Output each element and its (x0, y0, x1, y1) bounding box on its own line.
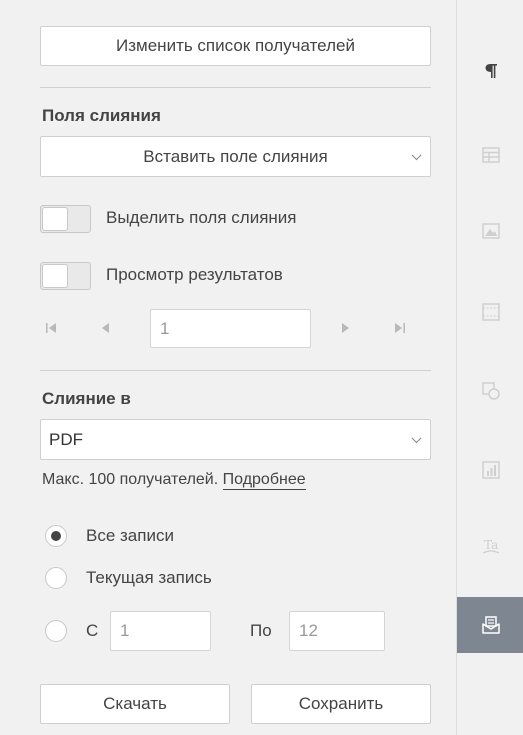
mail-merge-icon[interactable] (457, 597, 523, 653)
separator (40, 370, 431, 371)
shape-icon[interactable] (457, 372, 523, 410)
last-record-icon[interactable] (389, 318, 409, 338)
preview-results-toggle[interactable] (40, 262, 91, 290)
image-icon[interactable] (457, 212, 523, 250)
recipients-limit-text: Макс. 100 получателей. Подробнее (42, 471, 306, 490)
current-record-radio[interactable] (45, 567, 67, 589)
limit-text: Макс. 100 получателей. (42, 471, 219, 488)
record-number-field[interactable]: 1 (150, 309, 311, 348)
current-record-label: Текущая запись (86, 568, 212, 587)
download-button[interactable]: Скачать (40, 684, 230, 724)
more-info-link[interactable]: Подробнее (222, 471, 306, 490)
paragraph-icon[interactable] (457, 52, 523, 90)
all-records-radio[interactable] (45, 525, 67, 547)
textart-icon[interactable]: Ta (457, 527, 523, 565)
all-records-label: Все записи (86, 526, 174, 545)
range-from-label: С (86, 621, 99, 640)
previous-record-icon[interactable] (96, 318, 116, 338)
svg-text:Ta: Ta (484, 538, 498, 552)
separator (40, 87, 431, 88)
edit-recipients-button[interactable]: Изменить список получателей (40, 26, 431, 66)
merge-format-dropdown[interactable]: PDF (40, 419, 431, 460)
preview-results-label: Просмотр результатов (106, 265, 283, 284)
chart-icon[interactable] (457, 451, 523, 489)
mail-merge-panel: Изменить список получателей Поля слияния… (0, 0, 456, 735)
next-record-icon[interactable] (335, 318, 355, 338)
range-to-field[interactable]: 12 (289, 611, 385, 651)
first-record-icon[interactable] (42, 318, 62, 338)
highlight-fields-toggle[interactable] (40, 205, 91, 233)
chevron-down-icon (411, 432, 422, 443)
insert-merge-field-dropdown[interactable]: Вставить поле слияния (40, 136, 431, 177)
range-from-field[interactable]: 1 (110, 611, 211, 651)
right-toolbar: Ta (456, 0, 523, 735)
merge-fields-heading: Поля слияния (42, 106, 161, 125)
merge-to-heading: Слияние в (42, 389, 131, 408)
toggle-knob (42, 207, 68, 231)
range-radio[interactable] (45, 620, 67, 642)
toggle-knob (42, 264, 68, 288)
range-to-label: По (250, 621, 272, 640)
merge-format-value: PDF (49, 429, 83, 449)
save-button[interactable]: Сохранить (251, 684, 431, 724)
chevron-down-icon (411, 149, 422, 160)
highlight-fields-label: Выделить поля слияния (106, 208, 297, 227)
insert-merge-field-label: Вставить поле слияния (143, 146, 328, 166)
table-icon[interactable] (457, 136, 523, 174)
header-footer-icon[interactable] (457, 293, 523, 331)
